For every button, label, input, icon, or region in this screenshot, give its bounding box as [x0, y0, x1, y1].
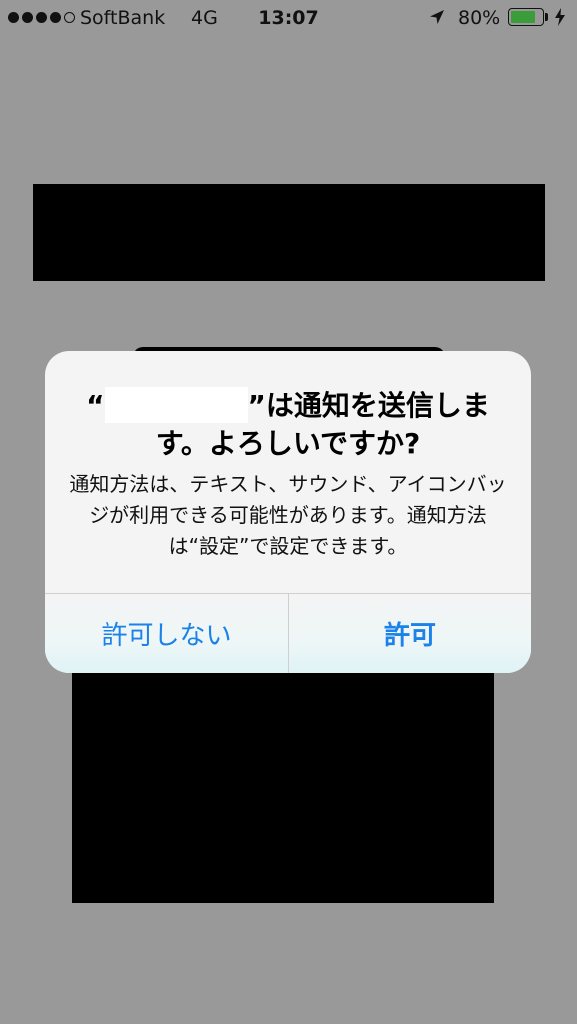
notification-permission-alert: “”は通知を送信します。よろしいですか? 通知方法は、テキスト、サウンド、アイコ… — [45, 351, 531, 673]
alert-message: 通知方法は、テキスト、サウンド、アイコンバッジが利用できる可能性があります。通知… — [69, 472, 507, 558]
bolt-icon — [555, 8, 565, 26]
allow-button[interactable]: 許可 — [289, 594, 531, 673]
screen: SoftBank 4G 13:07 80% “”は通知を送信します。よろしいです… — [0, 0, 577, 1024]
background-app-banner — [33, 184, 545, 281]
redacted-app-name — [104, 387, 248, 423]
battery-level-fill — [511, 11, 535, 23]
status-bar: SoftBank 4G 13:07 80% — [0, 0, 577, 38]
dont-allow-button[interactable]: 許可しない — [45, 594, 288, 673]
battery-tip — [545, 13, 548, 21]
battery-icon — [508, 8, 544, 26]
background-app-panel — [72, 660, 494, 903]
battery-percentage: 80% — [458, 7, 501, 29]
location-arrow-icon — [430, 10, 444, 24]
alert-title: “”は通知を送信します。よろしいですか? — [65, 387, 511, 463]
alert-title-open-quote: “ — [86, 389, 105, 422]
